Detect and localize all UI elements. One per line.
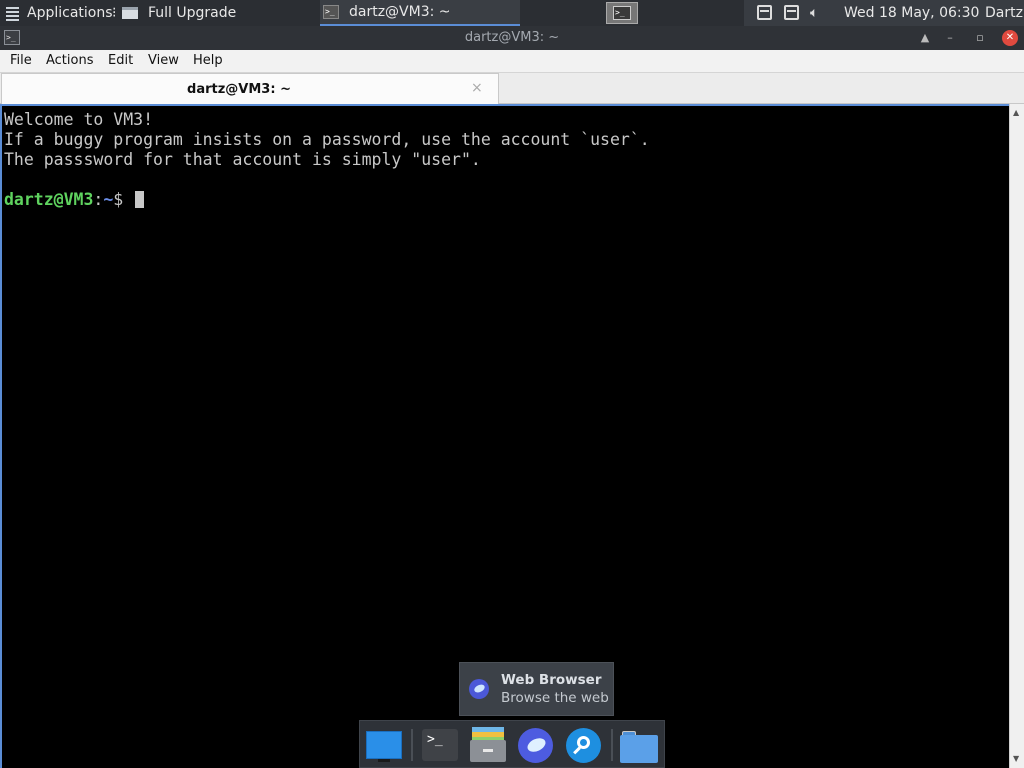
show-desktop-button[interactable] [364,727,402,763]
taskbar-item-label: Full Upgrade [148,5,237,21]
tooltip-subtitle: Browse the web [501,690,609,706]
taskbar-item-terminal[interactable]: >_ dartz@VM3: ~ [320,0,520,26]
dock: >_ [359,720,665,768]
dock-separator [411,729,413,761]
applications-label: Applications [27,5,113,21]
terminal-line: If a buggy program insists on a password… [4,130,650,149]
tab-label: dartz@VM3: ~ [187,82,291,97]
workspace-switcher-button[interactable]: >_ [606,2,638,24]
menu-file[interactable]: File [10,53,32,68]
text-cursor [135,191,145,208]
terminal-scrollbar[interactable]: ▲ ▼ [1009,104,1024,768]
taskbar-item-full-upgrade[interactable]: Full Upgrade [122,0,236,26]
scroll-up-arrow-icon[interactable]: ▲ [1013,108,1019,117]
dock-tooltip: Web Browser Browse the web [459,662,614,716]
minimize-button[interactable]: – [942,30,958,46]
network-icon-2[interactable] [784,5,799,20]
menu-bar: File Actions Edit View Help [0,50,1024,73]
app-finder-launcher[interactable] [564,727,602,763]
menu-view[interactable]: View [148,53,179,68]
top-panel: Applications ⁝ Full Upgrade >_ dartz@VM3… [0,0,1024,26]
prompt-symbol: $ [113,190,134,209]
window-titlebar[interactable]: >_ dartz@VM3: ~ ▲ – ▫ ✕ [0,26,1024,50]
dock-separator [611,729,613,761]
terminal-launcher[interactable]: >_ [420,727,458,763]
menu-actions[interactable]: Actions [46,53,94,68]
web-browser-launcher[interactable] [516,727,554,763]
window-icon [122,7,138,19]
file-manager-launcher[interactable] [468,727,506,763]
close-button[interactable]: ✕ [1002,30,1018,46]
terminal-line: The passsword for that account is simply… [4,150,481,169]
tab-terminal[interactable]: dartz@VM3: ~ × [1,73,499,104]
window-title: dartz@VM3: ~ [464,30,560,45]
tooltip-title: Web Browser [501,672,602,688]
tab-close-icon[interactable]: × [471,80,483,96]
home-folder-launcher[interactable] [618,727,658,763]
terminal-line: Welcome to VM3! [4,110,154,129]
menu-help[interactable]: Help [193,53,223,68]
terminal-text: Welcome to VM3! If a buggy program insist… [4,110,650,210]
prompt-colon: : [93,190,104,209]
panel-separator: ⁝ [112,5,117,21]
scroll-down-arrow-icon[interactable]: ▼ [1013,754,1019,763]
terminal-icon: >_ [323,5,339,19]
taskbar-item-label: dartz@VM3: ~ [349,4,451,20]
network-icon[interactable] [757,5,772,20]
terminal-prompt-line: dartz@VM3:~$ [4,190,650,210]
desktop-icon [366,731,402,759]
terminal-icon: >_ [422,729,458,761]
prompt-user-host: dartz@VM3 [4,190,94,209]
file-cabinet-icon [470,740,506,762]
clock[interactable]: Wed 18 May, 06:30 [844,0,979,26]
applications-menu[interactable]: Applications [4,0,113,26]
shade-button[interactable]: ▲ [917,30,933,46]
user-menu[interactable]: Dartz [985,0,1023,26]
menu-edit[interactable]: Edit [108,53,133,68]
folder-icon [620,735,658,763]
terminal-icon: >_ [613,6,631,20]
tab-bar: dartz@VM3: ~ × [0,73,1024,104]
web-browser-icon [469,679,489,699]
prompt-path: ~ [103,190,114,209]
maximize-button[interactable]: ▫ [972,30,988,46]
desktop-icon-stand [378,759,390,762]
web-browser-icon [518,728,553,763]
applications-menu-icon [4,5,21,22]
volume-icon[interactable]: 🔈︎ [810,4,828,22]
